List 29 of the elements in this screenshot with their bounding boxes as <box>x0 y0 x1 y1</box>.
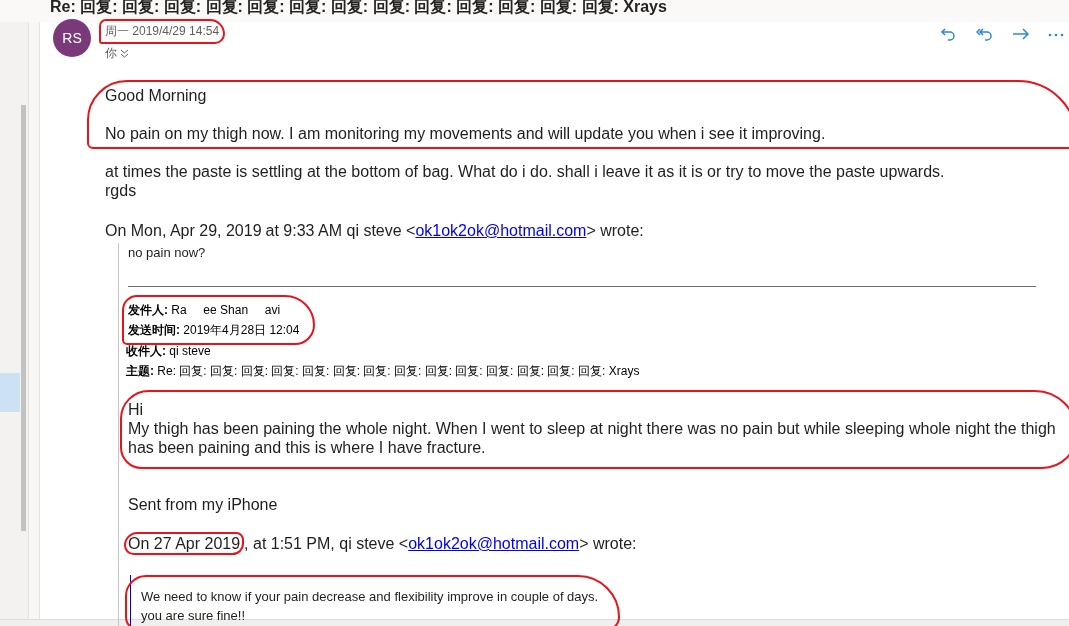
body-text: My thigh has been paining the whole night. When I went to sleep at night there was no pain but while sleeping whole night the thigh has been paining and this is where I have fracture. <box>128 419 1056 457</box>
header-field: 发送时间: 2019年4月28日 12:04 <box>128 320 300 340</box>
quoted-text: no pain now? <box>128 244 207 262</box>
email-link[interactable]: ok1ok2ok@hotmail.com <box>408 535 580 552</box>
quoted-text: We need to know if your pain decrease and flexibility improve in couple of days. <box>141 588 599 606</box>
header-field: 发件人: Ra ee Shan avi <box>128 300 300 320</box>
quote-date: On Mon, Apr 29, 2019 <box>104 221 263 241</box>
header-field: 主题: Re: 回复: 回复: 回复: 回复: 回复: 回复: 回复: 回复: 回复: 回复: 回复: 回复: 回复: 回复: Xrays <box>126 361 1069 381</box>
recipient: 你 <box>105 45 117 62</box>
chevron-down-icon[interactable] <box>120 49 129 58</box>
scrollbar[interactable] <box>21 105 26 531</box>
quoted-text: you are sure fine!! <box>141 607 247 625</box>
email-link[interactable]: ok1ok2ok@hotmail.com <box>415 222 587 239</box>
body-text: rgds <box>105 181 138 200</box>
quote-attribution: at 9:33 AM qi steve <ok1ok2ok@hotmail.com> wrote: <box>265 221 644 240</box>
avatar: RS <box>53 19 91 57</box>
reply-icon[interactable] <box>940 26 958 42</box>
body-text: Good Morning <box>105 86 208 105</box>
signature: Sent from my iPhone <box>128 495 279 514</box>
quote-date: On 27 Apr 2019 <box>124 532 245 555</box>
more-icon[interactable] <box>1048 33 1064 37</box>
quote-attribution: , at 1:51 PM, qi steve <ok1ok2ok@hotmail.com> wrote: <box>244 534 637 553</box>
body-text: at times the paste is settling at the bottom of bag. What do i do. shall i leave it as it is or try to move the paste upwards. <box>105 162 946 181</box>
reply-all-icon[interactable] <box>976 26 994 42</box>
body-text: Hi <box>128 400 145 419</box>
header-field: 收件人: qi steve <box>126 341 1069 361</box>
message-date: 周一 2019/4/29 14:54 <box>99 19 226 44</box>
forward-icon[interactable] <box>1012 26 1030 42</box>
body-text: No pain on my thigh now. I am monitoring my movements and will update you when i see it improving. <box>105 124 827 143</box>
